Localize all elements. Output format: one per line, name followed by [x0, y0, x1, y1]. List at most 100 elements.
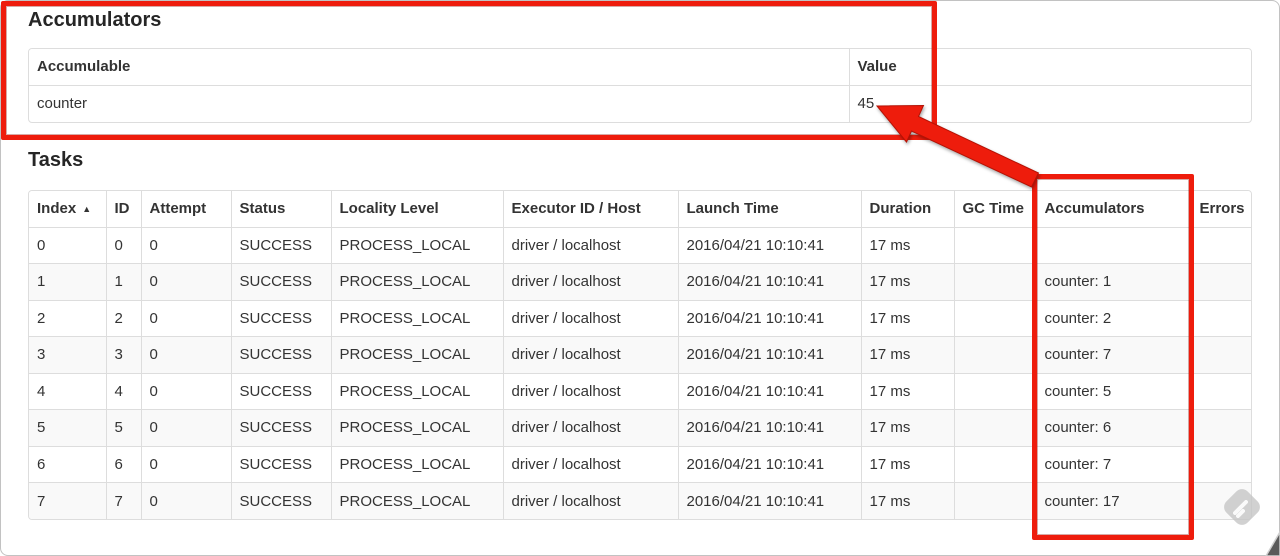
- task-row: 7 7 0 SUCCESS PROCESS_LOCAL driver / loc…: [29, 482, 1251, 519]
- task-status-cell: SUCCESS: [230, 445, 331, 483]
- accumulators-header-row: Accumulable Value: [29, 49, 1251, 85]
- task-executor-cell: driver / localhost: [502, 445, 678, 483]
- task-duration-cell: 17 ms: [860, 336, 954, 373]
- accumulators-table-body: counter 45: [29, 84, 1251, 122]
- task-gc-time-cell: [953, 372, 1036, 410]
- task-launch-time-cell: 2016/04/21 10:10:41: [677, 299, 861, 337]
- task-launch-time-cell: 2016/04/21 10:10:41: [677, 482, 861, 519]
- col-header-accumulable[interactable]: Accumulable: [29, 49, 849, 85]
- task-gc-time-cell: [953, 409, 1036, 446]
- col-header-launch-time[interactable]: Launch Time: [677, 191, 861, 227]
- task-accumulators-cell: counter: 7: [1035, 336, 1191, 373]
- tasks-section-title: Tasks: [28, 149, 84, 171]
- task-id-cell: 5: [105, 409, 141, 446]
- col-header-index-label: Index: [37, 200, 77, 218]
- task-attempt-cell: 0: [140, 409, 231, 446]
- task-attempt-cell: 0: [140, 445, 231, 483]
- task-row: 0 0 0 SUCCESS PROCESS_LOCAL driver / loc…: [29, 226, 1251, 264]
- task-executor-cell: driver / localhost: [502, 482, 678, 519]
- task-duration-cell: 17 ms: [860, 482, 954, 519]
- col-header-attempt[interactable]: Attempt: [140, 191, 231, 227]
- task-row: 1 1 0 SUCCESS PROCESS_LOCAL driver / loc…: [29, 263, 1251, 300]
- col-header-duration[interactable]: Duration: [860, 191, 954, 227]
- task-launch-time-cell: 2016/04/21 10:10:41: [677, 226, 861, 264]
- col-header-accumulators[interactable]: Accumulators: [1035, 191, 1191, 227]
- task-accumulators-cell: counter: 7: [1035, 445, 1191, 483]
- task-row: 5 5 0 SUCCESS PROCESS_LOCAL driver / loc…: [29, 409, 1251, 446]
- task-row: 4 4 0 SUCCESS PROCESS_LOCAL driver / loc…: [29, 372, 1251, 410]
- col-header-id[interactable]: ID: [105, 191, 141, 227]
- task-accumulators-cell: counter: 5: [1035, 372, 1191, 410]
- sort-ascending-icon: ▲: [82, 204, 92, 215]
- tasks-table: Index ▲ ID Attempt Status Locality Level …: [28, 190, 1252, 520]
- task-row: 6 6 0 SUCCESS PROCESS_LOCAL driver / loc…: [29, 445, 1251, 483]
- task-locality-cell: PROCESS_LOCAL: [330, 372, 503, 410]
- task-index-cell: 7: [29, 482, 106, 519]
- task-attempt-cell: 0: [140, 226, 231, 264]
- task-attempt-cell: 0: [140, 336, 231, 373]
- col-header-executor-id-host[interactable]: Executor ID / Host: [502, 191, 678, 227]
- task-attempt-cell: 0: [140, 482, 231, 519]
- task-status-cell: SUCCESS: [230, 263, 331, 300]
- task-status-cell: SUCCESS: [230, 372, 331, 410]
- task-duration-cell: 17 ms: [860, 409, 954, 446]
- task-status-cell: SUCCESS: [230, 226, 331, 264]
- task-status-cell: SUCCESS: [230, 482, 331, 519]
- task-accumulators-cell: counter: 6: [1035, 409, 1191, 446]
- task-duration-cell: 17 ms: [860, 372, 954, 410]
- task-launch-time-cell: 2016/04/21 10:10:41: [677, 409, 861, 446]
- task-launch-time-cell: 2016/04/21 10:10:41: [677, 263, 861, 300]
- task-errors-cell: [1190, 263, 1251, 300]
- task-duration-cell: 17 ms: [860, 263, 954, 300]
- task-id-cell: 4: [105, 372, 141, 410]
- accumulable-name-cell: counter: [29, 84, 849, 122]
- task-locality-cell: PROCESS_LOCAL: [330, 482, 503, 519]
- task-executor-cell: driver / localhost: [502, 299, 678, 337]
- tasks-table-body: 0 0 0 SUCCESS PROCESS_LOCAL driver / loc…: [29, 226, 1251, 519]
- task-id-cell: 7: [105, 482, 141, 519]
- task-accumulators-cell: counter: 17: [1035, 482, 1191, 519]
- task-index-cell: 2: [29, 299, 106, 337]
- task-gc-time-cell: [953, 482, 1036, 519]
- col-header-locality-level[interactable]: Locality Level: [330, 191, 503, 227]
- tasks-header-row: Index ▲ ID Attempt Status Locality Level …: [29, 191, 1251, 227]
- task-gc-time-cell: [953, 226, 1036, 264]
- task-index-cell: 4: [29, 372, 106, 410]
- task-duration-cell: 17 ms: [860, 299, 954, 337]
- task-row: 3 3 0 SUCCESS PROCESS_LOCAL driver / loc…: [29, 336, 1251, 373]
- col-header-index[interactable]: Index ▲: [29, 191, 106, 227]
- task-attempt-cell: 0: [140, 263, 231, 300]
- col-header-errors[interactable]: Errors: [1190, 191, 1251, 227]
- task-executor-cell: driver / localhost: [502, 409, 678, 446]
- task-gc-time-cell: [953, 445, 1036, 483]
- col-header-status[interactable]: Status: [230, 191, 331, 227]
- task-index-cell: 6: [29, 445, 106, 483]
- task-errors-cell: [1190, 336, 1251, 373]
- task-status-cell: SUCCESS: [230, 409, 331, 446]
- task-duration-cell: 17 ms: [860, 445, 954, 483]
- task-id-cell: 0: [105, 226, 141, 264]
- task-duration-cell: 17 ms: [860, 226, 954, 264]
- task-attempt-cell: 0: [140, 299, 231, 337]
- task-locality-cell: PROCESS_LOCAL: [330, 336, 503, 373]
- task-executor-cell: driver / localhost: [502, 372, 678, 410]
- task-accumulators-cell: counter: 2: [1035, 299, 1191, 337]
- mouse-cursor: [1265, 530, 1280, 556]
- task-executor-cell: driver / localhost: [502, 263, 678, 300]
- task-executor-cell: driver / localhost: [502, 336, 678, 373]
- task-id-cell: 2: [105, 299, 141, 337]
- col-header-gc-time[interactable]: GC Time: [953, 191, 1036, 227]
- task-attempt-cell: 0: [140, 372, 231, 410]
- col-header-value[interactable]: Value: [848, 49, 1251, 85]
- accumulator-row: counter 45: [29, 84, 1251, 122]
- task-gc-time-cell: [953, 336, 1036, 373]
- accumulable-value-cell: 45: [848, 84, 1251, 122]
- task-gc-time-cell: [953, 263, 1036, 300]
- task-index-cell: 5: [29, 409, 106, 446]
- task-row: 2 2 0 SUCCESS PROCESS_LOCAL driver / loc…: [29, 299, 1251, 337]
- task-errors-cell: [1190, 445, 1251, 483]
- task-launch-time-cell: 2016/04/21 10:10:41: [677, 372, 861, 410]
- task-errors-cell: [1190, 409, 1251, 446]
- task-errors-cell: [1190, 299, 1251, 337]
- task-launch-time-cell: 2016/04/21 10:10:41: [677, 445, 861, 483]
